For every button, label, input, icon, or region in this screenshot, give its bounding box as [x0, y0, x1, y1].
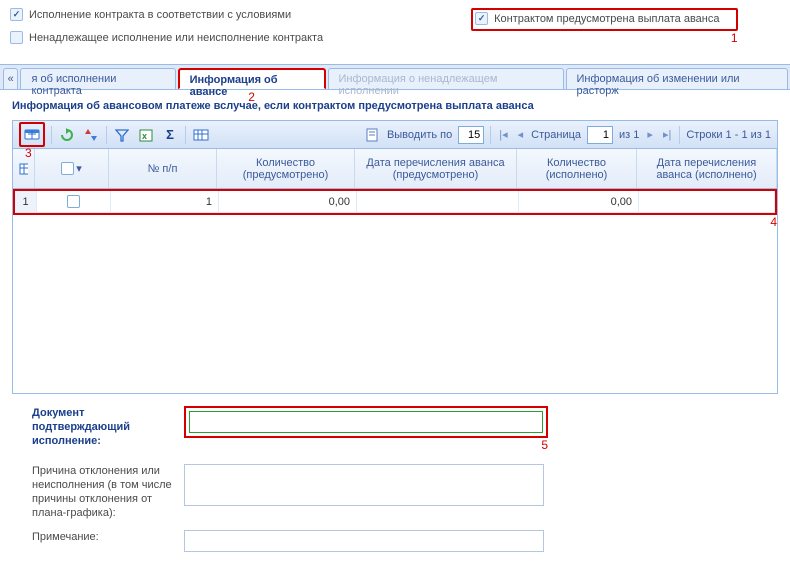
label-document: Документ подтверждающий исполнение: [32, 406, 172, 448]
filter-icon[interactable] [113, 126, 131, 144]
checkbox-label: Ненадлежащее исполнение или неисполнение… [29, 32, 323, 44]
header-date-planned[interactable]: Дата перечисления аванса (предусмотрено) [355, 149, 517, 188]
header-np[interactable]: № п/п [109, 149, 217, 188]
note-input[interactable] [184, 530, 544, 552]
highlight-document-input: 5 [184, 406, 548, 438]
tab-change-info[interactable]: Информация об изменении или расторж [566, 68, 789, 89]
highlight-toolbar-button: 3 [19, 122, 45, 147]
table-row[interactable]: 1 1 0,00 0,00 [15, 191, 775, 213]
cell-qty-done: 0,00 [519, 191, 639, 212]
label-note: Примечание: [32, 530, 172, 544]
annotation-2: 2 [248, 90, 255, 104]
tab-execution-info[interactable]: я об исполнении контракта [20, 68, 175, 89]
header-checkbox[interactable]: ▾ [35, 149, 109, 188]
cell-date-planned [357, 191, 519, 212]
annotation-3: 3 [25, 146, 32, 160]
tabs-bar: « я об исполнении контракта Информация о… [0, 64, 790, 90]
grid-header: ▾ № п/п Количество (предусмотрено) Дата … [13, 149, 777, 189]
svg-text:x: x [142, 131, 147, 141]
page-size-input[interactable] [458, 126, 484, 144]
columns-icon[interactable] [192, 126, 210, 144]
cell-np: 1 [111, 191, 219, 212]
toolbar-separator [51, 126, 52, 144]
label-reason: Причина отклонения или неисполнения (в т… [32, 464, 172, 520]
cell-date-done [639, 191, 775, 212]
form-row-document: Документ подтверждающий исполнение: 5 [32, 406, 768, 448]
toolbar-separator [490, 126, 491, 144]
header-date-done[interactable]: Дата перечисления аванса (исполнено) [637, 149, 777, 188]
checkbox-improper[interactable]: Ненадлежащее исполнение или неисполнение… [10, 31, 780, 44]
checkbox-compliance[interactable]: Исполнение контракта в соответствии с ус… [10, 8, 291, 21]
sum-icon[interactable]: Σ [161, 126, 179, 144]
sort-icon[interactable] [82, 126, 100, 144]
toolbar-right: Выводить по |◂ ◂ Страница из 1 ▸ ▸| Стро… [363, 126, 771, 144]
page-number-input[interactable] [587, 126, 613, 144]
page-setup-icon[interactable] [363, 126, 381, 144]
checkbox-label: Контрактом предусмотрена выплата аванса [494, 13, 719, 25]
tab-advance-info[interactable]: Информация об авансе 2 [178, 68, 326, 89]
form-section: Документ подтверждающий исполнение: 5 Пр… [0, 402, 790, 570]
page-label: Страница [531, 129, 581, 141]
tab-scroll-left[interactable]: « [3, 68, 18, 89]
next-page-icon[interactable]: ▸ [645, 128, 655, 141]
checkbox-icon[interactable] [10, 31, 23, 44]
highlight-grid-row: 1 1 0,00 0,00 4 [13, 189, 777, 215]
highlight-advance-checkbox: Контрактом предусмотрена выплата аванса … [471, 8, 737, 31]
header-qty-planned[interactable]: Количество (предусмотрено) [217, 149, 355, 188]
reason-input[interactable] [184, 464, 544, 506]
grid-toolbar: 3 x Σ Выводить по |◂ ◂ Ст [13, 121, 777, 149]
grid-panel: 3 x Σ Выводить по |◂ ◂ Ст [12, 120, 778, 394]
checkbox-section: Исполнение контракта в соответствии с ус… [0, 0, 790, 64]
tab-improper-info[interactable]: Информация о ненадлежащем исполнении [328, 68, 564, 89]
toolbar-separator [679, 126, 680, 144]
annotation-5: 5 [541, 438, 548, 452]
page-of-label: из 1 [619, 129, 639, 141]
checkbox-icon[interactable] [10, 8, 23, 21]
refresh-icon[interactable] [58, 126, 76, 144]
checkbox-advance[interactable]: Контрактом предусмотрена выплата аванса [475, 12, 719, 25]
toolbar-separator [185, 126, 186, 144]
first-page-icon[interactable]: |◂ [497, 128, 509, 141]
row-index: 1 [15, 191, 37, 212]
checkbox-icon[interactable] [475, 12, 488, 25]
form-row-reason: Причина отклонения или неисполнения (в т… [32, 464, 768, 520]
annotation-1: 1 [731, 31, 738, 45]
toolbar-separator [106, 126, 107, 144]
prev-page-icon[interactable]: ◂ [516, 128, 526, 141]
excel-icon[interactable]: x [137, 126, 155, 144]
output-by-label: Выводить по [387, 129, 452, 141]
rows-summary: Строки 1 - 1 из 1 [686, 129, 771, 141]
toolbar-add-icon[interactable] [23, 125, 41, 143]
row-checkbox[interactable] [37, 191, 111, 212]
annotation-4: 4 [770, 215, 777, 229]
document-input[interactable] [189, 411, 543, 433]
form-row-note: Примечание: [32, 530, 768, 552]
last-page-icon[interactable]: ▸| [661, 128, 673, 141]
cell-qty-planned: 0,00 [219, 191, 357, 212]
checkbox-label: Исполнение контракта в соответствии с ус… [29, 9, 291, 21]
header-qty-done[interactable]: Количество (исполнено) [517, 149, 637, 188]
